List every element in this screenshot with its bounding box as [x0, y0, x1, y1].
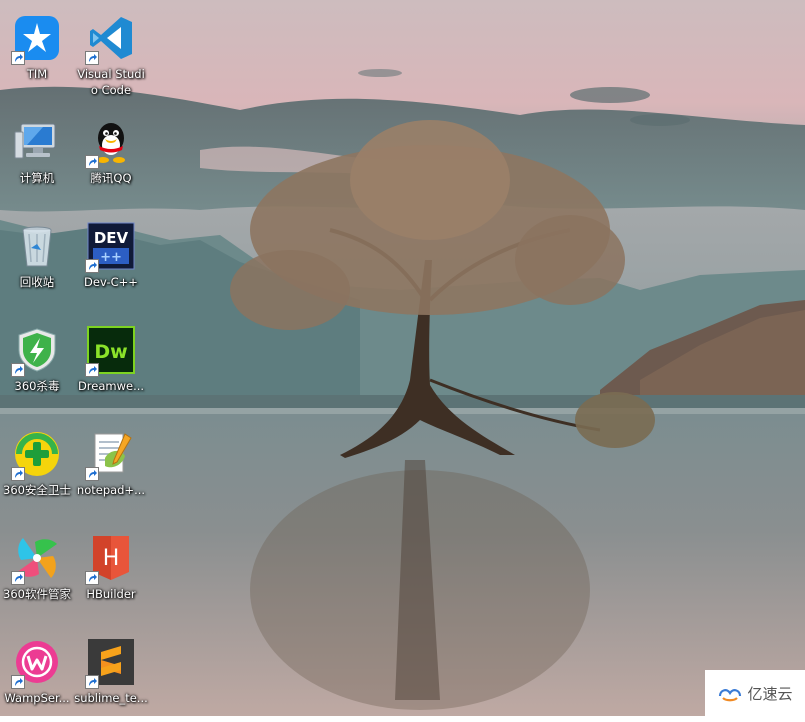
shortcut-arrow-icon: [85, 259, 99, 273]
dev-cpp-icon: DEV ++: [85, 222, 135, 273]
desktop-icon[interactable]: H HBuilder: [74, 522, 148, 618]
shortcut-arrow-icon: [85, 467, 99, 481]
shortcut-arrow-icon: [11, 675, 25, 689]
desktop-icon-label: 回收站: [19, 275, 55, 289]
desktop-icon[interactable]: 回收站: [0, 210, 74, 306]
wampserver-icon: [11, 638, 61, 689]
desktop-icon-label: 360安全卫士: [3, 483, 71, 497]
hbuilder-icon: H: [85, 534, 135, 585]
desktop-icon[interactable]: DEV ++ Dev-C++: [74, 210, 148, 306]
svg-text:H: H: [103, 546, 120, 571]
desktop-icon[interactable]: Visual Studio Code: [74, 2, 148, 98]
desktop-icon-label: Dev-C++: [84, 275, 138, 289]
yisu-cloud-logo-icon: [719, 689, 742, 702]
desktop-icon-label: WampSer...: [4, 691, 70, 705]
desktop-icon-label: 360杀毒: [14, 379, 60, 393]
desktop-icon-label: 腾讯QQ: [90, 171, 132, 185]
desktop-icon-label: Dreamwe...: [77, 379, 145, 393]
shortcut-arrow-icon: [11, 467, 25, 481]
recycle-bin-icon: [13, 222, 61, 270]
notepad-plus-plus-icon: [85, 430, 135, 481]
360-security-icon: [11, 430, 61, 481]
desktop-icon[interactable]: 360杀毒: [0, 314, 74, 410]
desktop-icon-label: TIM: [26, 67, 48, 81]
desktop-icon[interactable]: 360安全卫士: [0, 418, 74, 514]
desktop-icon[interactable]: 360软件管家: [0, 522, 74, 618]
svg-text:++: ++: [100, 250, 122, 265]
shortcut-arrow-icon: [85, 571, 99, 585]
watermark: 亿速云: [705, 670, 805, 716]
shortcut-arrow-icon: [11, 363, 25, 377]
shortcut-arrow-icon: [85, 155, 99, 169]
computer-icon: [13, 118, 61, 166]
svg-text:Dw: Dw: [94, 341, 127, 363]
desktop-icon-label: HBuilder: [86, 587, 136, 601]
dreamweaver-icon: Dw: [85, 326, 135, 377]
desktop-icon[interactable]: WampSer...: [0, 626, 74, 722]
sublime-text-icon: [85, 638, 135, 689]
shortcut-arrow-icon: [11, 571, 25, 585]
desktop-icon-grid: TIM Visual Studio Code 计算机 腾讯QQ 回收站 DEV ++ Dev-…: [0, 0, 805, 716]
desktop-icon[interactable]: TIM: [0, 2, 74, 98]
desktop-icon[interactable]: 计算机: [0, 106, 74, 202]
shortcut-arrow-icon: [11, 51, 25, 65]
shortcut-arrow-icon: [85, 363, 99, 377]
tim-icon: [11, 14, 61, 65]
shortcut-arrow-icon: [85, 51, 99, 65]
vscode-icon: [85, 14, 135, 65]
desktop-icon-label: 360软件管家: [3, 587, 71, 601]
shortcut-arrow-icon: [85, 675, 99, 689]
360-software-manager-icon: [11, 534, 61, 585]
desktop-icon[interactable]: 腾讯QQ: [74, 106, 148, 202]
qq-icon: [85, 118, 135, 169]
desktop-icon[interactable]: Dw Dreamwe...: [74, 314, 148, 410]
desktop-icon-label: 计算机: [19, 171, 55, 185]
desktop-icon-label: Visual Studio Code: [77, 67, 145, 97]
desktop-icon[interactable]: sublime_te...: [74, 626, 148, 722]
desktop-icon-label: notepad+...: [76, 483, 146, 497]
desktop-icon-label: sublime_te...: [74, 691, 148, 705]
watermark-text: 亿速云: [747, 684, 793, 703]
360-antivirus-icon: [11, 326, 61, 377]
svg-text:DEV: DEV: [94, 229, 129, 247]
desktop-icon[interactable]: notepad+...: [74, 418, 148, 514]
